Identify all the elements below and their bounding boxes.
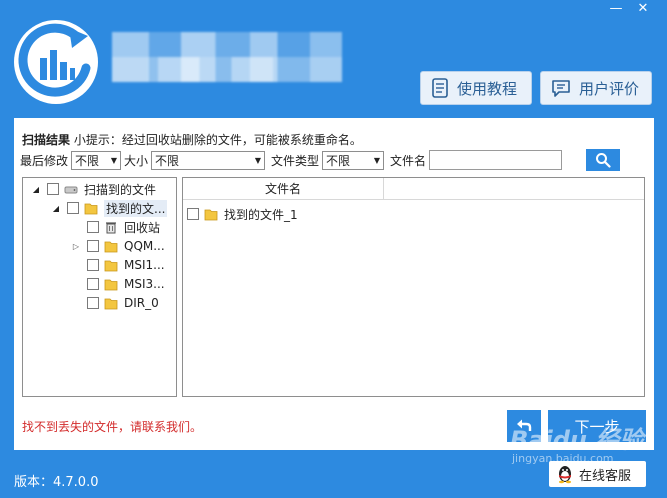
header: — ✕ 使用教程 用户评价 — [0, 0, 667, 118]
minimize-button[interactable]: — — [606, 2, 626, 18]
tree-item-found[interactable]: ◢ 找到的文... — [51, 199, 168, 217]
tree-item[interactable]: ▷ MSI3... — [71, 275, 165, 293]
file-type-select[interactable]: 不限 ▼ — [322, 150, 385, 170]
qq-penguin-icon — [559, 466, 571, 484]
checkbox[interactable] — [187, 208, 199, 220]
checkbox[interactable] — [67, 202, 79, 214]
folder-icon — [104, 279, 118, 290]
tree-item-label: MSI1... — [124, 258, 165, 272]
scan-tip-text: 小提示：经过回收站删除的文件，可能被系统重命名。 — [73, 133, 362, 147]
checkbox[interactable] — [87, 240, 99, 252]
recycle-bin-icon — [106, 221, 116, 233]
document-icon — [432, 78, 448, 98]
review-button[interactable]: 用户评价 — [540, 71, 652, 105]
tree-item-label: DIR_0 — [124, 296, 159, 310]
close-button[interactable]: ✕ — [633, 2, 653, 18]
folder-icon — [104, 260, 118, 271]
online-service-label: 在线客服 — [579, 468, 632, 484]
tutorial-label: 使用教程 — [457, 79, 518, 98]
modified-select-value: 不限 — [75, 153, 100, 168]
blurred-app-title — [112, 32, 342, 82]
content-panel: 扫描结果 小提示：经过回收站删除的文件，可能被系统重命名。 最后修改 不限 ▼ … — [14, 118, 654, 450]
comment-icon — [552, 80, 570, 97]
file-list: 文件名 找到的文件_1 — [182, 177, 645, 397]
contact-us-link[interactable]: 找不到丢失的文件，请联系我们。 — [22, 418, 202, 435]
tutorial-button[interactable]: 使用教程 — [420, 71, 532, 105]
tree-item-label: 找到的文... — [104, 199, 168, 217]
file-row-name: 找到的文件_1 — [224, 207, 298, 222]
file-name-input[interactable] — [429, 150, 563, 170]
drive-icon — [64, 186, 78, 193]
expand-triangle-icon[interactable]: ◢ — [51, 204, 61, 213]
chevron-down-icon: ▼ — [110, 155, 118, 165]
modified-select[interactable]: 不限 ▼ — [71, 150, 122, 170]
file-type-label: 文件类型 — [271, 153, 320, 168]
tree-item[interactable]: ▷ QQM... — [71, 237, 165, 255]
recovery-logo-icon — [14, 20, 98, 104]
review-label: 用户评价 — [579, 79, 640, 98]
tree-item[interactable]: ▷ DIR_0 — [71, 294, 159, 312]
folder-tree: ◢ 扫描到的文件 ◢ 找到的文... ▷ — [22, 177, 177, 397]
folder-icon — [204, 209, 218, 220]
expand-triangle-icon[interactable]: ◢ — [31, 185, 41, 194]
scan-result-label: 扫描结果 — [22, 133, 71, 147]
search-icon — [596, 153, 611, 168]
scan-info-line: 扫描结果 小提示：经过回收站删除的文件，可能被系统重命名。 — [22, 131, 362, 148]
checkbox[interactable] — [87, 259, 99, 271]
search-button[interactable] — [586, 149, 620, 171]
tree-item-label: MSI3... — [124, 277, 165, 291]
folder-icon — [104, 298, 118, 309]
version-text: 版本：4.7.0.0 — [14, 475, 99, 490]
chevron-down-icon: ▼ — [373, 155, 381, 165]
folder-icon — [104, 241, 118, 252]
tree-item-label: QQM... — [124, 239, 165, 253]
chevron-down-icon: ▼ — [254, 155, 262, 165]
checkbox[interactable] — [87, 221, 99, 233]
size-select-value: 不限 — [155, 153, 180, 168]
column-header-filename[interactable]: 文件名 — [183, 178, 384, 200]
tree-item[interactable]: ▷ MSI1... — [71, 256, 165, 274]
file-name-label: 文件名 — [390, 153, 427, 168]
size-label: 大小 — [124, 153, 149, 168]
size-select[interactable]: 不限 ▼ — [151, 150, 266, 170]
checkbox[interactable] — [87, 297, 99, 309]
filter-row: 最后修改 不限 ▼ 大小 不限 ▼ 文件类型 不限 ▼ 文件名 — [20, 150, 563, 170]
tree-item-label: 回收站 — [124, 220, 161, 235]
tree-root-label: 扫描到的文件 — [84, 182, 157, 197]
folder-icon — [84, 203, 98, 214]
file-row[interactable]: 找到的文件_1 — [187, 205, 298, 223]
app-window: — ✕ 使用教程 用户评价 扫描结果 小提示：经过回收站删除的文件，可能被系统重… — [0, 0, 667, 498]
modified-label: 最后修改 — [20, 153, 69, 168]
file-type-select-value: 不限 — [326, 153, 351, 168]
tree-root[interactable]: ◢ 扫描到的文件 — [31, 180, 156, 198]
watermark: Baidu 经验 — [510, 426, 644, 454]
tree-item[interactable]: ▷ 回收站 — [71, 218, 160, 236]
checkbox[interactable] — [87, 278, 99, 290]
file-list-header: 文件名 — [183, 178, 644, 200]
online-service-button[interactable]: 在线客服 — [549, 461, 646, 487]
expand-triangle-icon[interactable]: ▷ — [71, 242, 81, 251]
checkbox[interactable] — [47, 183, 59, 195]
